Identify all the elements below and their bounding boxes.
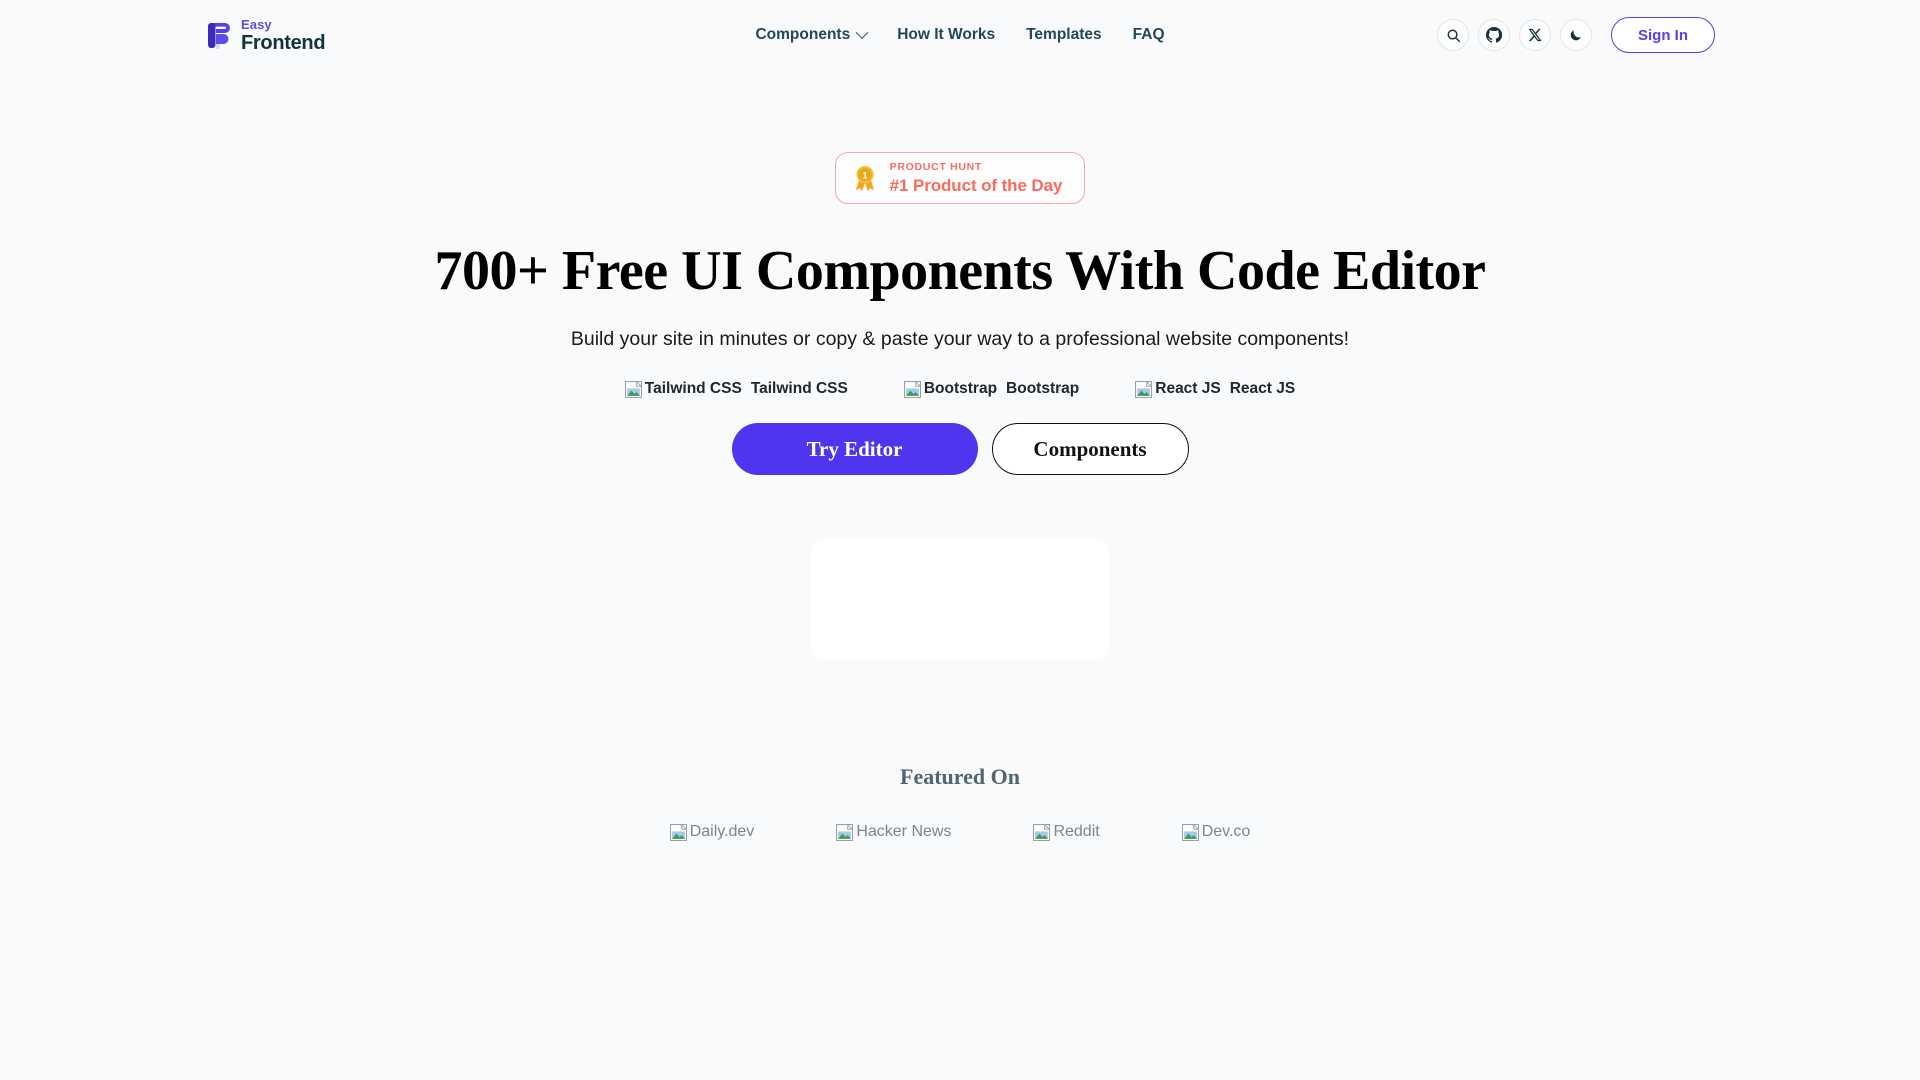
search-icon [1446,28,1461,43]
hero-subtitle: Build your site in minutes or copy & pas… [570,328,1350,351]
x-twitter-icon [1528,28,1542,42]
dark-mode-toggle[interactable] [1560,19,1592,51]
nav-label-components: Components [755,26,851,43]
svg-text:1: 1 [862,170,867,180]
gold-medal-icon: 1 [852,164,878,192]
broken-image-tailwind: Tailwind CSS [624,380,742,398]
page-title: 700+ Free UI Components With Code Editor [434,239,1486,302]
dark-mode-moon-icon [1569,28,1583,42]
nav-label-templates: Templates [1026,26,1102,43]
easyfrontend-logo-icon [205,20,232,51]
featured-logos-row: Daily.dev Hacker News Reddit Dev.co [0,823,1920,841]
nav-label-faq: FAQ [1132,26,1165,43]
featured-logo-devco: Dev.co [1181,823,1251,841]
site-header: Easy Frontend Components How It Works Te… [0,0,1920,70]
product-hunt-texts: PRODUCT HUNT #1 Product of the Day [890,162,1063,194]
product-hunt-kicker: PRODUCT HUNT [889,161,983,173]
tech-label-react: React JS [1229,380,1296,398]
featured-logo-reddit: Reddit [1033,823,1100,841]
broken-image-alt-tailwind: Tailwind CSS [644,380,742,398]
brand-line-frontend: Frontend [241,31,326,54]
chevron-down-icon [855,25,869,39]
hero-cta-row: Try Editor Components [0,423,1920,476]
tech-label-bootstrap: Bootstrap [1006,380,1080,398]
sign-in-button[interactable]: Sign In [1611,17,1715,53]
product-hunt-badge[interactable]: 1 PRODUCT HUNT #1 Product of the Day [834,152,1086,204]
broken-image-icon [1135,380,1153,398]
nav-item-components[interactable]: Components [755,25,869,44]
broken-image-react: React JS [1135,380,1221,398]
broken-image-icon [624,380,642,398]
broken-image-alt-bootstrap: Bootstrap [923,380,998,398]
featured-alt-devco: Dev.co [1201,823,1251,841]
primary-navigation: Components How It Works Templates FAQ [755,25,1165,44]
nav-item-faq[interactable]: FAQ [1133,26,1165,44]
tech-item-bootstrap: Bootstrap Bootstrap [903,380,1080,398]
nav-label-how-it-works: How It Works [897,26,996,43]
github-icon [1486,27,1502,43]
featured-logo-dailydev: Daily.dev [669,823,755,841]
broken-image-bootstrap: Bootstrap [903,380,998,398]
broken-image-icon [1033,823,1051,841]
tech-stack-row: Tailwind CSS Tailwind CSS Bootstrap Boot… [0,380,1920,398]
broken-image-icon [669,823,687,841]
featured-alt-dailydev: Daily.dev [689,823,755,841]
brand-line-easy: Easy [241,16,272,32]
components-button[interactable]: Components [991,423,1189,476]
product-hunt-title: #1 Product of the Day [889,175,1063,195]
hero-media-card[interactable] [811,538,1109,661]
broken-image-icon [836,823,854,841]
featured-logo-hackernews: Hacker News [836,823,951,841]
search-button[interactable] [1437,19,1469,51]
broken-image-icon [903,380,921,398]
brand-wordmark: Easy Frontend [241,16,326,54]
featured-alt-hackernews: Hacker News [856,823,952,841]
nav-item-how-it-works[interactable]: How It Works [897,26,995,44]
hero-section: 1 PRODUCT HUNT #1 Product of the Day 700… [0,70,1920,661]
x-twitter-button[interactable] [1519,19,1551,51]
tech-item-tailwind: Tailwind CSS Tailwind CSS [624,380,848,398]
tech-label-tailwind: Tailwind CSS [750,380,848,398]
brand-logo-link[interactable]: Easy Frontend [205,16,326,54]
featured-alt-reddit: Reddit [1053,823,1100,841]
header-actions: Sign In [1437,17,1715,53]
tech-item-react: React JS React JS [1135,380,1295,398]
try-editor-button[interactable]: Try Editor [731,423,978,476]
featured-on-title: Featured On [900,764,1020,790]
nav-item-templates[interactable]: Templates [1026,26,1102,44]
broken-image-alt-react: React JS [1155,380,1221,398]
featured-on-section: Featured On Daily.dev Hacker News Reddit… [0,764,1920,841]
github-button[interactable] [1478,19,1510,51]
broken-image-icon [1181,823,1199,841]
